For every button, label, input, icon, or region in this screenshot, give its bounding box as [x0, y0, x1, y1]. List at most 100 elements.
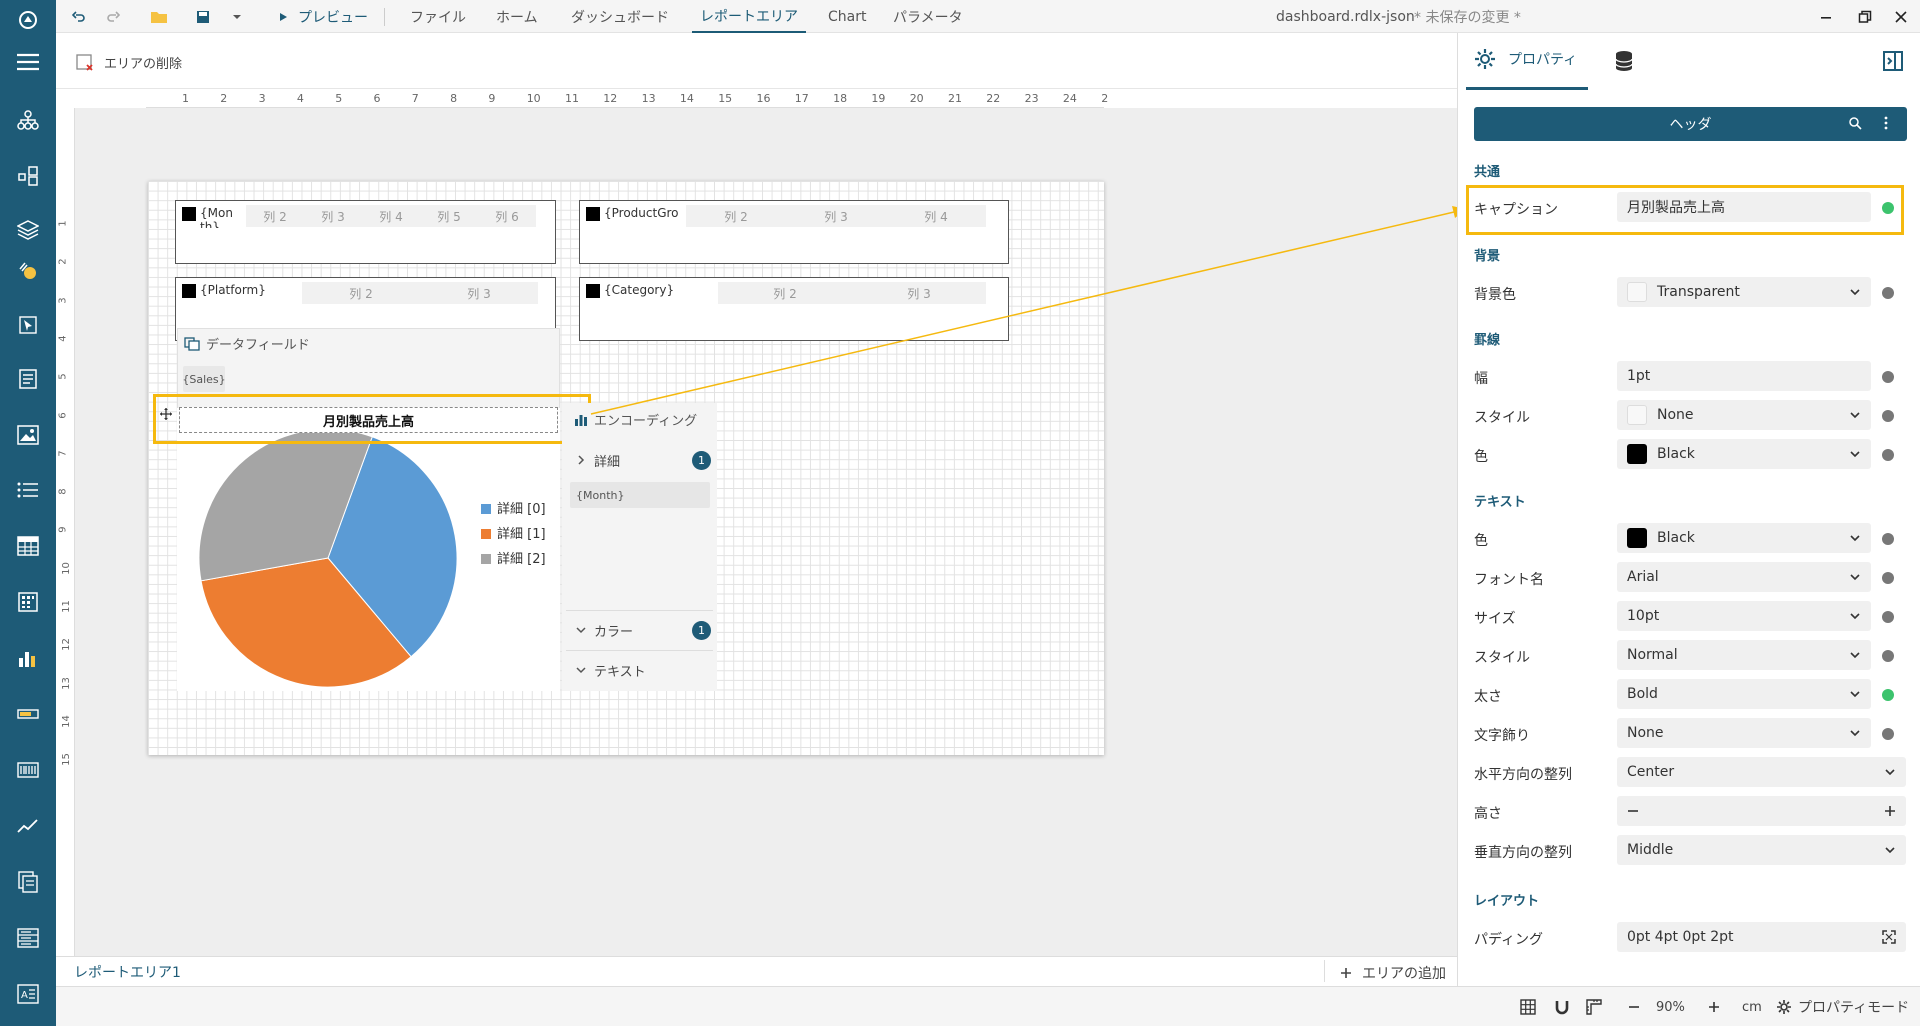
- font-name-status-dot[interactable]: [1882, 572, 1894, 584]
- text-color-status-dot[interactable]: [1882, 533, 1894, 545]
- pie-chart[interactable]: 詳細 [0] 詳細 [1] 詳細 [2]: [177, 408, 560, 691]
- magnet-snap-icon[interactable]: [1554, 987, 1570, 1027]
- search-icon[interactable]: [1848, 116, 1862, 130]
- table-icon[interactable]: [12, 530, 44, 562]
- style-status-dot[interactable]: [1882, 650, 1894, 662]
- save-dropdown-chevron-icon[interactable]: [232, 0, 242, 33]
- more-options-icon[interactable]: [1884, 116, 1888, 130]
- table-header-cell[interactable]: {ProductGro: [586, 204, 686, 230]
- unit-selector[interactable]: cm: [1742, 987, 1762, 1027]
- save-icon[interactable]: [196, 0, 210, 33]
- expand-icon[interactable]: [1882, 930, 1896, 944]
- ruler-toggle-icon[interactable]: [1586, 987, 1602, 1027]
- delete-area-button[interactable]: エリアの削除: [76, 53, 182, 72]
- chart-icon[interactable]: [12, 642, 44, 674]
- padding-field[interactable]: 0pt 4pt 0pt 2pt: [1617, 922, 1906, 952]
- table-column-cell[interactable]: 列 2: [302, 282, 420, 304]
- menu-file[interactable]: ファイル: [410, 0, 466, 33]
- size-select[interactable]: 10pt: [1617, 601, 1871, 631]
- table-column-cell[interactable]: 列 3: [304, 205, 362, 227]
- database-icon[interactable]: [1614, 50, 1634, 72]
- tab-properties[interactable]: プロパティ: [1474, 48, 1577, 70]
- height-stepper[interactable]: [1617, 796, 1906, 826]
- border-color-status-dot[interactable]: [1882, 449, 1894, 461]
- zoom-out-icon[interactable]: [1628, 987, 1640, 1027]
- chart-plot-area[interactable]: 詳細 [0] 詳細 [1] 詳細 [2]: [177, 408, 560, 691]
- pointer-select-icon[interactable]: [12, 309, 44, 341]
- table-column-cell[interactable]: 列 5: [420, 205, 478, 227]
- image-icon[interactable]: [12, 419, 44, 451]
- hierarchy-icon[interactable]: [12, 104, 44, 136]
- table-column-cell[interactable]: 列 3: [420, 282, 538, 304]
- zoom-level[interactable]: 90%: [1656, 987, 1685, 1027]
- redo-icon[interactable]: [106, 0, 120, 33]
- plus-icon[interactable]: [1884, 805, 1896, 817]
- minimize-icon[interactable]: [1820, 0, 1832, 33]
- bg-color-status-dot[interactable]: [1882, 287, 1894, 299]
- input-field-icon[interactable]: A: [12, 978, 44, 1010]
- border-width-field[interactable]: 1pt: [1617, 361, 1871, 391]
- table-column-cell[interactable]: 列 6: [478, 205, 536, 227]
- table-category[interactable]: {Category} 列 2 列 3: [579, 277, 1009, 341]
- menu-dashboard[interactable]: ダッシュボード: [571, 0, 669, 33]
- banded-list-icon[interactable]: [12, 922, 44, 954]
- menu-parameters[interactable]: パラメータ: [893, 0, 963, 33]
- menu-chart[interactable]: Chart: [828, 0, 866, 33]
- add-area-button[interactable]: エリアの追加: [1340, 956, 1446, 990]
- textbox-icon[interactable]: [12, 363, 44, 395]
- chart-caption[interactable]: 月別製品売上高: [179, 407, 558, 433]
- table-column-cell[interactable]: 列 3: [786, 205, 886, 227]
- preview-button[interactable]: プレビュー: [278, 0, 368, 33]
- minus-icon[interactable]: [1627, 805, 1639, 817]
- halign-select[interactable]: Center: [1617, 757, 1906, 787]
- detail-field-chip[interactable]: {Month}: [570, 482, 710, 508]
- sparkline-icon[interactable]: [12, 810, 44, 842]
- subreport-icon[interactable]: [12, 866, 44, 898]
- menu-home[interactable]: ホーム: [496, 0, 538, 33]
- border-color-select[interactable]: Black: [1617, 439, 1871, 469]
- font-name-select[interactable]: Arial: [1617, 562, 1871, 592]
- move-handle-icon[interactable]: [160, 408, 172, 420]
- table-column-cell[interactable]: 列 4: [362, 205, 420, 227]
- restore-icon[interactable]: [1858, 0, 1872, 33]
- hamburger-menu-icon[interactable]: [12, 46, 44, 78]
- table-column-cell[interactable]: 列 2: [246, 205, 304, 227]
- color-row[interactable]: カラー: [566, 616, 713, 644]
- tab-report-area-1[interactable]: レポートエリア1: [64, 956, 191, 990]
- components-icon[interactable]: [12, 160, 44, 192]
- matrix-icon[interactable]: [12, 586, 44, 618]
- grid-icon[interactable]: [1520, 987, 1536, 1027]
- data-field-chip[interactable]: {Sales}: [182, 366, 226, 392]
- table-column-cell[interactable]: 列 2: [686, 205, 786, 227]
- table-header-cell[interactable]: {Category}: [586, 281, 710, 307]
- weight-select[interactable]: Bold: [1617, 679, 1871, 709]
- menu-report-area[interactable]: レポートエリア: [692, 0, 806, 33]
- detail-row[interactable]: 詳細: [566, 446, 713, 474]
- size-status-dot[interactable]: [1882, 611, 1894, 623]
- caption-field[interactable]: 月別製品売上高: [1617, 192, 1871, 222]
- layers-icon[interactable]: [12, 214, 44, 246]
- barcode-icon[interactable]: [12, 754, 44, 786]
- text-color-select[interactable]: Black: [1617, 523, 1871, 553]
- header-section-bar[interactable]: ヘッダ: [1474, 107, 1907, 141]
- table-header-cell[interactable]: {Platform}: [182, 281, 294, 307]
- undo-icon[interactable]: [72, 0, 86, 33]
- decoration-select[interactable]: None: [1617, 718, 1871, 748]
- weight-status-dot[interactable]: [1882, 689, 1894, 701]
- list-icon[interactable]: [12, 474, 44, 506]
- table-column-cell[interactable]: 列 3: [852, 282, 986, 304]
- text-row[interactable]: テキスト: [566, 656, 713, 684]
- table-column-cell[interactable]: 列 2: [718, 282, 852, 304]
- zoom-in-icon[interactable]: [1708, 987, 1720, 1027]
- property-mode-button[interactable]: プロパティモード: [1776, 987, 1909, 1027]
- collapse-panel-icon[interactable]: [1882, 50, 1904, 72]
- close-icon[interactable]: [1895, 0, 1907, 33]
- caption-status-dot[interactable]: [1882, 202, 1894, 214]
- table-month[interactable]: {Mon th} 列 2 列 3 列 4 列 5 列 6: [175, 200, 556, 264]
- decoration-status-dot[interactable]: [1882, 728, 1894, 740]
- border-style-status-dot[interactable]: [1882, 410, 1894, 422]
- border-style-select[interactable]: None: [1617, 400, 1871, 430]
- valign-select[interactable]: Middle: [1617, 835, 1906, 865]
- style-select[interactable]: Normal: [1617, 640, 1871, 670]
- bg-color-select[interactable]: Transparent: [1617, 277, 1871, 307]
